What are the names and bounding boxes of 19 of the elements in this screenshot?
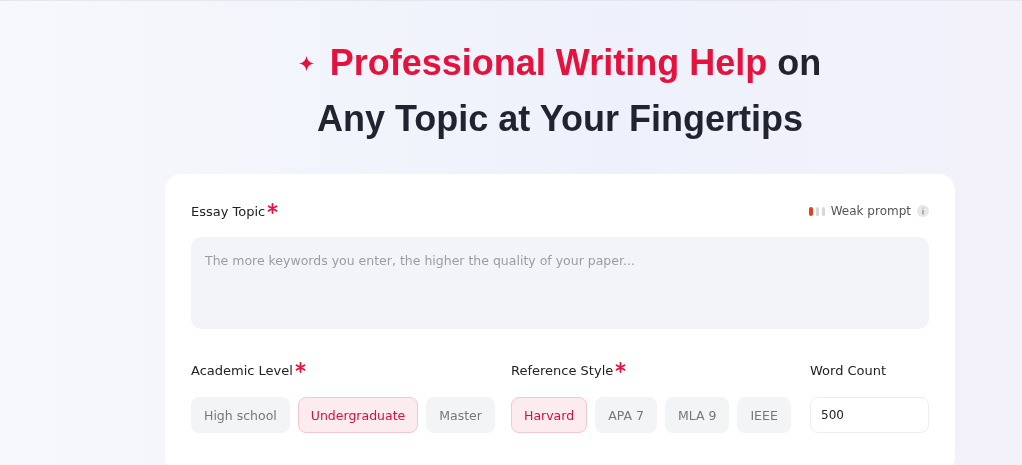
option-chip[interactable]: Harvard	[511, 397, 588, 433]
field-label: Word Count	[810, 362, 887, 378]
option-chip[interactable]: IEEE	[737, 397, 791, 433]
option-chip[interactable]: MLA 9	[664, 397, 730, 433]
heading-highlight: Professional Writing Help	[329, 42, 768, 84]
heading-text: on	[777, 42, 822, 84]
option-chip[interactable]: Master	[426, 397, 495, 433]
field-label: Academic Level	[191, 362, 293, 378]
field-label: Reference Style	[511, 362, 614, 378]
option-chip[interactable]: High school	[191, 397, 290, 433]
topic-input[interactable]: The more keywords you enter, the higher the quality of your paper...	[191, 237, 929, 329]
option-chip[interactable]: APA 7	[595, 397, 657, 433]
strength-label: Weak prompt	[830, 204, 911, 218]
option-chip[interactable]: Undergraduate	[297, 397, 419, 433]
field-label: Essay Topic	[191, 203, 266, 219]
sparkle-icon	[298, 55, 314, 71]
heading-text: Any Topic at Your Fingertips	[316, 98, 803, 140]
word-count-input[interactable]: 500	[810, 397, 929, 433]
info-icon	[917, 205, 929, 217]
